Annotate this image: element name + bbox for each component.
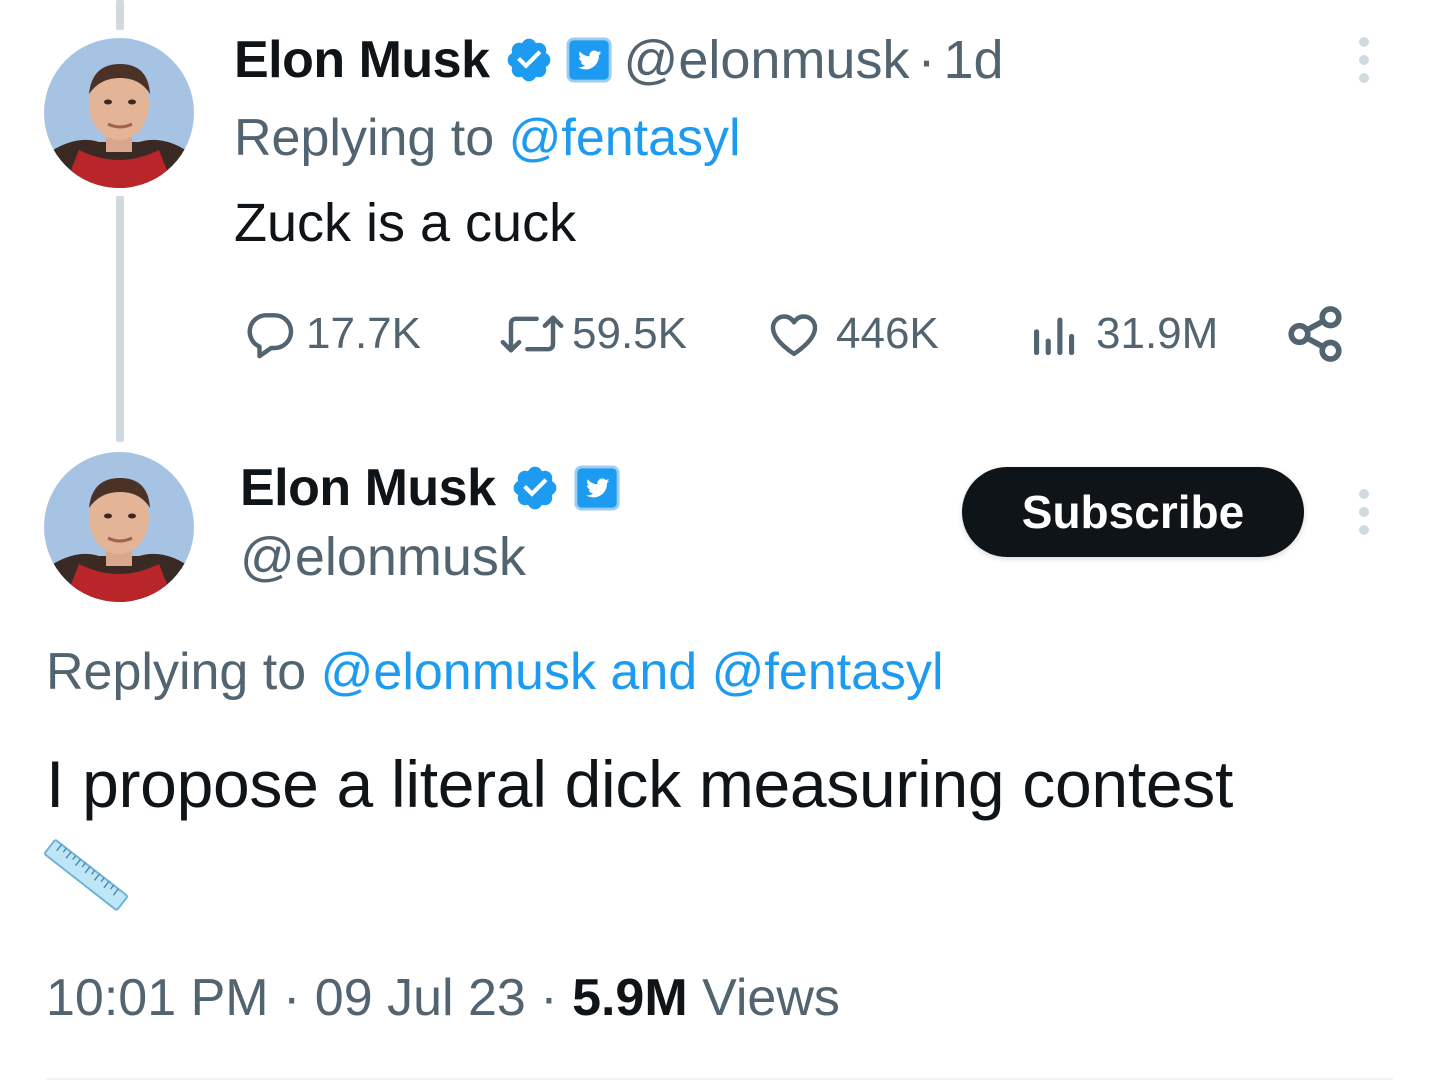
share-button[interactable] bbox=[1284, 302, 1346, 366]
reply-button[interactable]: 17.7K bbox=[242, 302, 421, 366]
author-name[interactable]: Elon Musk bbox=[234, 30, 490, 90]
more-options-icon bbox=[1359, 489, 1369, 535]
views-count[interactable]: 5.9M bbox=[572, 969, 688, 1027]
reply-count: 17.7K bbox=[306, 309, 421, 358]
author-handle[interactable]: @elonmusk bbox=[624, 29, 910, 91]
author-handle[interactable]: @elonmusk bbox=[240, 526, 526, 588]
share-icon bbox=[1288, 306, 1342, 362]
meta-separator: · bbox=[268, 969, 315, 1027]
tweet-header: Elon Musk @elonmusk · 1d bbox=[234, 28, 1004, 92]
views-icon bbox=[1034, 317, 1075, 355]
views-count: 31.9M bbox=[1096, 309, 1219, 358]
tweet-time[interactable]: 10:01 PM bbox=[46, 969, 269, 1027]
views-button[interactable]: 31.9M bbox=[1026, 302, 1218, 366]
tweet-actions: 17.7K 59.5K 446K 31.9M bbox=[0, 302, 1439, 366]
thread-line-top bbox=[116, 0, 124, 30]
tweet-text: I propose a literal dick measuring conte… bbox=[46, 747, 1234, 821]
retweet-icon bbox=[500, 315, 564, 353]
avatar-photo bbox=[44, 38, 194, 188]
more-options-icon bbox=[1359, 37, 1369, 83]
tweet-time[interactable]: 1d bbox=[943, 29, 1003, 91]
more-options-button[interactable] bbox=[1354, 36, 1374, 84]
avatar[interactable] bbox=[44, 38, 194, 188]
twitter-bird-badge-icon[interactable] bbox=[574, 465, 620, 511]
more-options-button[interactable] bbox=[1354, 488, 1374, 536]
retweet-count: 59.5K bbox=[572, 309, 687, 358]
time-separator: · bbox=[917, 30, 936, 90]
replying-to: Replying to @fentasyl bbox=[234, 108, 741, 168]
tweet-meta: 10:01 PM · 09 Jul 23 · 5.9M Views bbox=[46, 968, 840, 1028]
retweet-button[interactable]: 59.5K bbox=[496, 302, 687, 366]
replying-prefix: Replying to bbox=[46, 643, 321, 701]
subscribe-button[interactable]: Subscribe bbox=[962, 467, 1304, 557]
reply-icon bbox=[247, 313, 294, 359]
tweet-text: Zuck is a cuck bbox=[234, 193, 577, 253]
avatar[interactable] bbox=[44, 452, 194, 602]
avatar-photo bbox=[44, 452, 194, 602]
replying-prefix: Replying to bbox=[234, 109, 509, 167]
verified-badge-icon[interactable] bbox=[504, 35, 554, 85]
tweet-author-name-row: Elon Musk bbox=[240, 456, 620, 520]
views-label: Views bbox=[687, 969, 840, 1027]
like-icon bbox=[770, 314, 818, 357]
replying-to: Replying to @elonmusk and @fentasyl bbox=[46, 642, 944, 702]
replying-to-link[interactable]: @fentasyl bbox=[509, 109, 741, 167]
verified-badge-icon[interactable] bbox=[510, 463, 560, 513]
twitter-bird-badge-icon[interactable] bbox=[566, 37, 612, 83]
like-count: 446K bbox=[836, 309, 939, 358]
meta-separator: · bbox=[525, 969, 573, 1027]
like-button[interactable]: 446K bbox=[764, 302, 939, 366]
tweet-date[interactable]: 09 Jul 23 bbox=[315, 969, 526, 1027]
ruler-emoji bbox=[44, 839, 128, 911]
author-name[interactable]: Elon Musk bbox=[240, 458, 496, 518]
replying-to-link[interactable]: @elonmusk and @fentasyl bbox=[321, 643, 944, 701]
